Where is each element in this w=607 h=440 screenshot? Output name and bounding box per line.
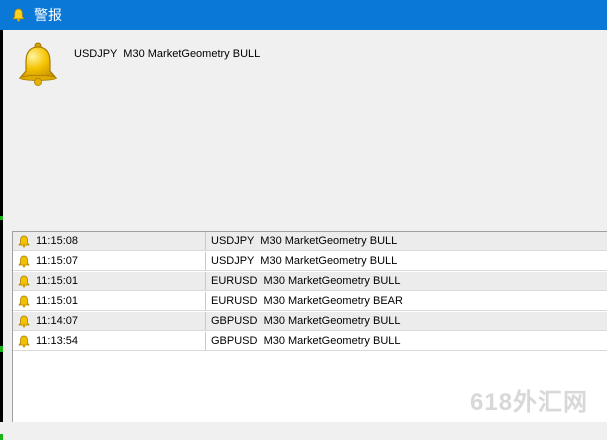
alert-row-message: EURUSD M30 MarketGeometry BEAR xyxy=(211,295,403,307)
bell-icon xyxy=(18,315,30,328)
list-item[interactable]: 11:15:01 EURUSD M30 MarketGeometry BULL xyxy=(13,272,607,291)
alert-message-area: USDJPY M30 MarketGeometry BULL xyxy=(3,30,607,230)
alert-time: 11:14:07 xyxy=(36,315,79,327)
chart-edge-mark xyxy=(0,434,3,440)
column-divider xyxy=(205,292,206,310)
list-item[interactable]: 11:15:08 USDJPY M30 MarketGeometry BULL xyxy=(13,232,607,251)
bell-icon xyxy=(18,275,30,288)
alert-row-message: GBPUSD M30 MarketGeometry BULL xyxy=(211,335,401,347)
list-item[interactable]: 11:14:07 GBPUSD M30 MarketGeometry BULL xyxy=(13,312,607,331)
chart-edge-mark xyxy=(0,346,3,352)
column-divider xyxy=(205,252,206,270)
alert-row-message: USDJPY M30 MarketGeometry BULL xyxy=(211,255,398,267)
alert-time: 11:15:07 xyxy=(36,255,79,267)
alert-row-message: GBPUSD M30 MarketGeometry BULL xyxy=(211,315,401,327)
alert-time: 11:15:01 xyxy=(36,295,79,307)
column-divider xyxy=(205,312,206,330)
column-divider xyxy=(205,232,206,250)
column-divider xyxy=(205,332,206,350)
bell-icon xyxy=(18,42,58,86)
bell-icon xyxy=(18,295,30,308)
title-bar[interactable]: 警报 xyxy=(0,0,607,30)
window-title: 警报 xyxy=(34,7,62,23)
alert-time: 11:13:54 xyxy=(36,335,79,347)
bell-icon xyxy=(18,255,30,268)
watermark-text: 618外汇网 xyxy=(470,389,589,416)
bell-icon xyxy=(18,335,30,348)
alert-message: USDJPY M30 MarketGeometry BULL xyxy=(74,48,261,60)
list-item[interactable]: 11:15:01 EURUSD M30 MarketGeometry BEAR xyxy=(13,292,607,311)
alert-row-message: USDJPY M30 MarketGeometry BULL xyxy=(211,235,398,247)
alert-time: 11:15:08 xyxy=(36,235,79,247)
bell-icon xyxy=(12,8,25,22)
list-item[interactable]: 11:15:07 USDJPY M30 MarketGeometry BULL xyxy=(13,252,607,271)
list-item[interactable]: 11:13:54 GBPUSD M30 MarketGeometry BULL xyxy=(13,332,607,351)
column-divider xyxy=(205,272,206,290)
alert-row-message: EURUSD M30 MarketGeometry BULL xyxy=(211,275,401,287)
alert-time: 11:15:01 xyxy=(36,275,79,287)
bell-icon xyxy=(18,235,30,248)
